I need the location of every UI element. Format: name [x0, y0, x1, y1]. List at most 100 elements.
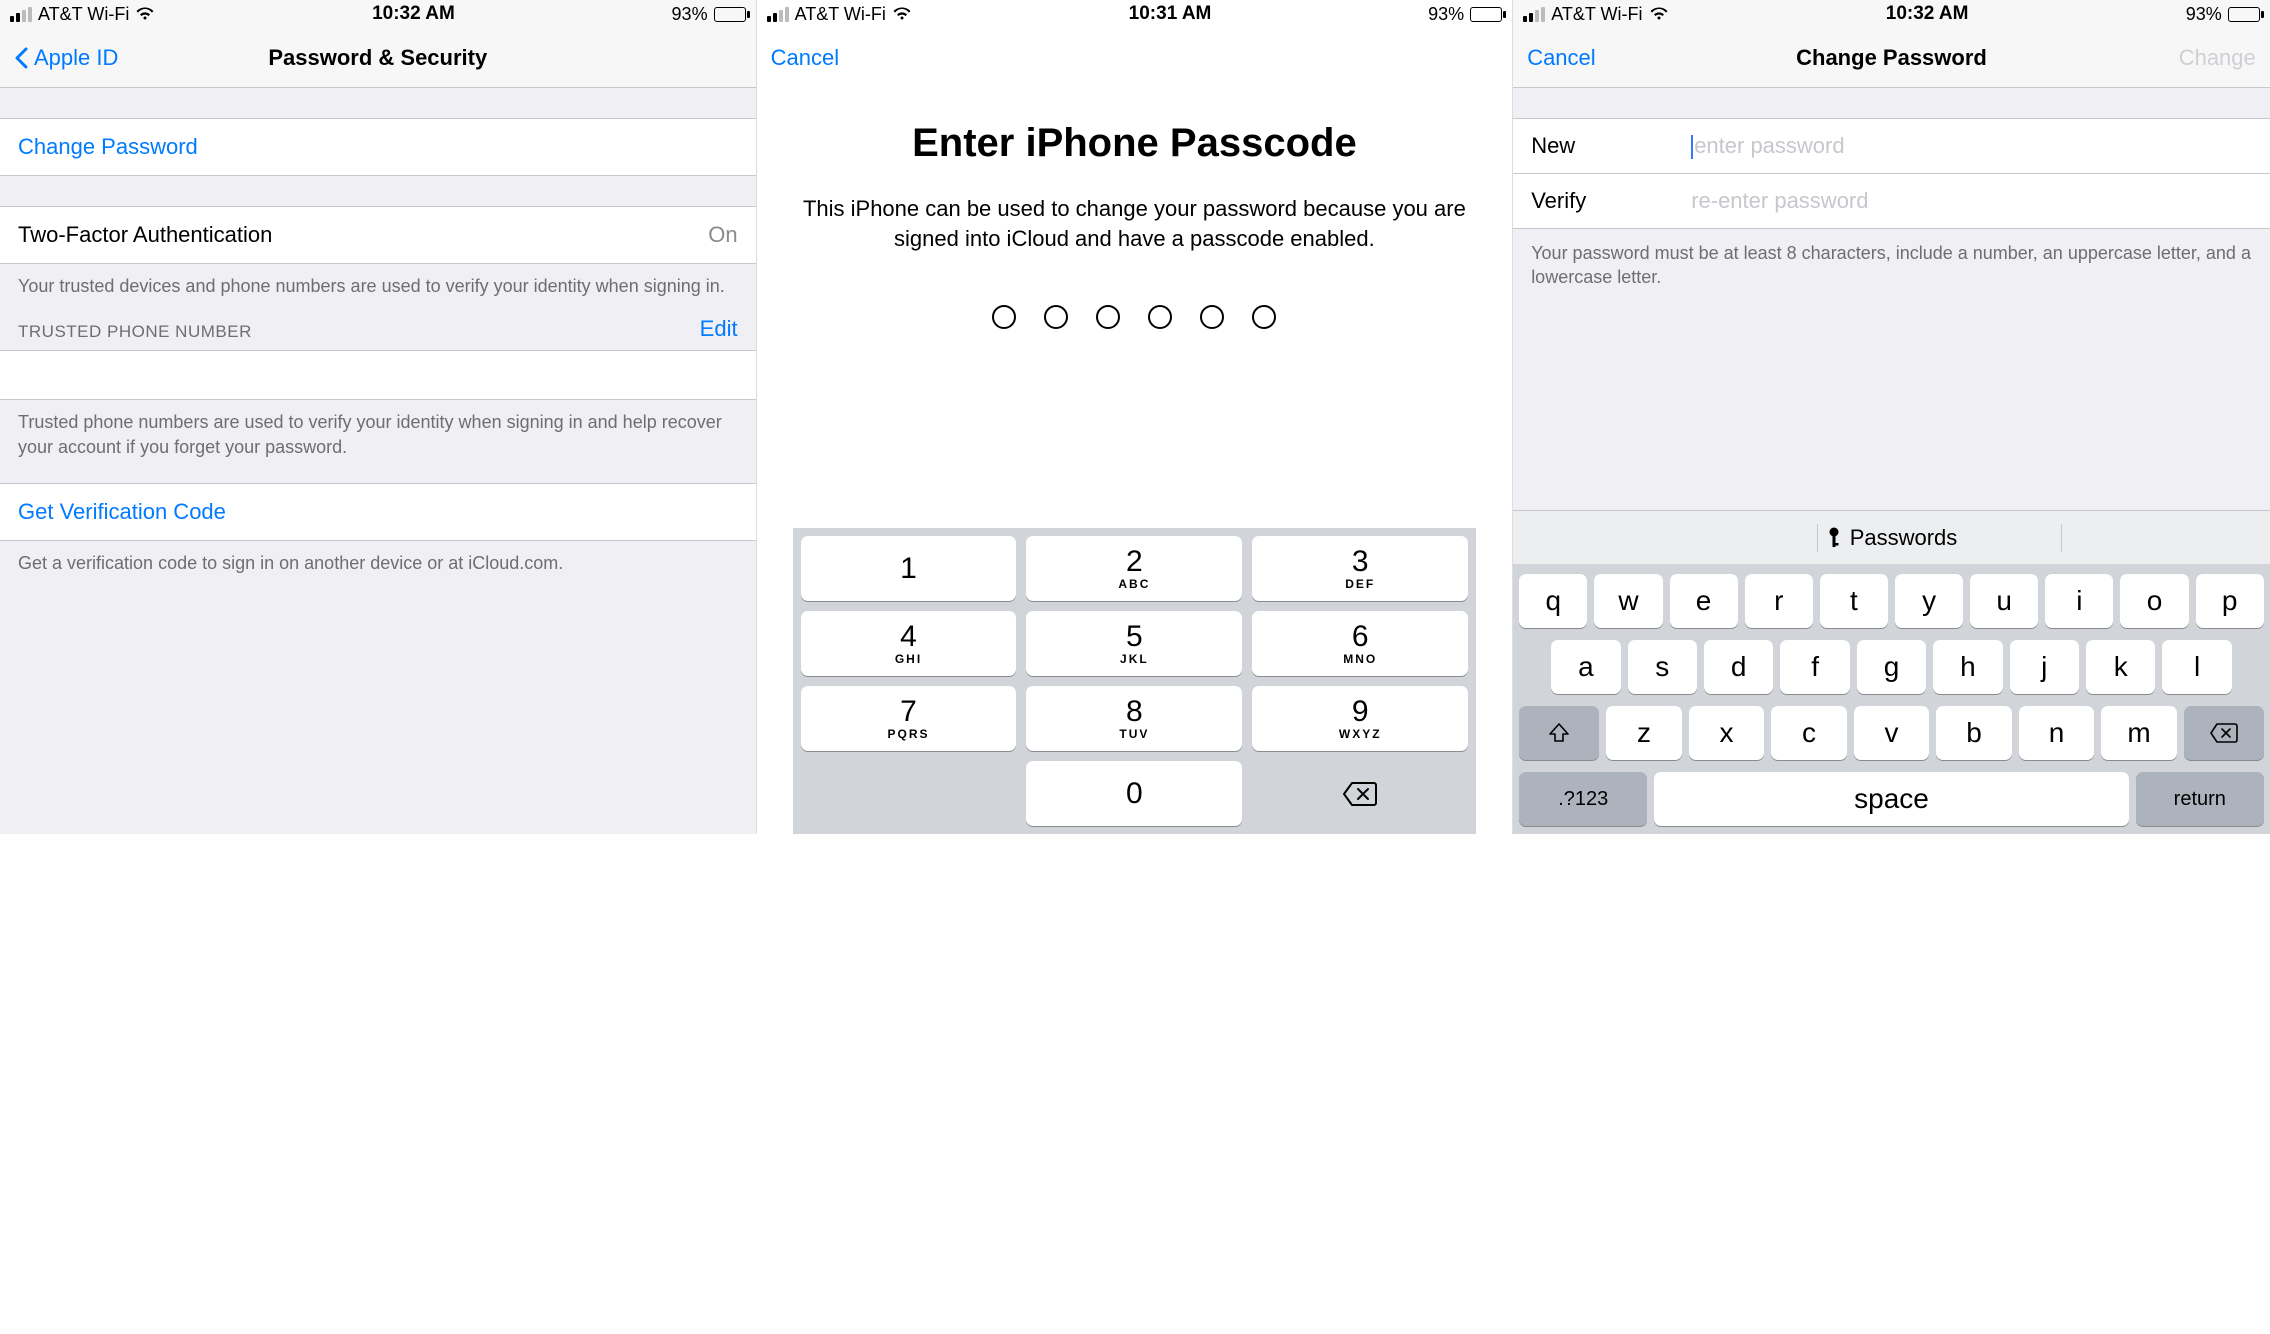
letter-key-h[interactable]: h — [1933, 640, 2002, 694]
battery-icon — [1470, 7, 1502, 22]
letter-key-m[interactable]: m — [2101, 706, 2177, 760]
status-bar: AT&T Wi-Fi 10:32 AM 93% — [0, 0, 756, 28]
verify-password-row[interactable]: Verify re-enter password — [1513, 174, 2270, 229]
get-verification-code-footer: Get a verification code to sign in on an… — [0, 541, 756, 575]
clock: 10:31 AM — [1129, 3, 1212, 25]
cancel-button[interactable]: Cancel — [1527, 45, 1595, 71]
wifi-icon — [892, 7, 912, 21]
battery-percent: 93% — [1428, 4, 1464, 25]
letter-key-e[interactable]: e — [1670, 574, 1738, 628]
passcode-dot — [992, 305, 1016, 329]
get-verification-code-row[interactable]: Get Verification Code — [0, 483, 756, 541]
signal-bars-icon — [767, 7, 789, 22]
back-label: Apple ID — [34, 45, 118, 71]
key-icon — [1826, 527, 1842, 549]
new-password-placeholder: enter password — [1694, 133, 1844, 158]
backspace-key[interactable] — [1252, 761, 1468, 826]
password-requirements: Your password must be at least 8 charact… — [1513, 229, 2270, 302]
letter-key-o[interactable]: o — [2120, 574, 2188, 628]
space-key[interactable]: space — [1654, 772, 2129, 826]
numkey-1[interactable]: 1 — [801, 536, 1017, 601]
letter-key-s[interactable]: s — [1628, 640, 1697, 694]
carrier-label: AT&T Wi-Fi — [795, 4, 886, 25]
clock: 10:32 AM — [372, 3, 455, 25]
letter-key-r[interactable]: r — [1745, 574, 1813, 628]
passwords-label: Passwords — [1850, 525, 1958, 551]
battery-icon — [714, 7, 746, 22]
trusted-number-header: TRUSTED PHONE NUMBER — [18, 322, 252, 342]
numkey-6[interactable]: 6MNO — [1252, 611, 1468, 676]
back-button[interactable]: Apple ID — [14, 45, 118, 71]
screenshot-password-security: AT&T Wi-Fi 10:32 AM 93% Apple ID Passwo — [0, 0, 757, 834]
passcode-dot — [1148, 305, 1172, 329]
letter-key-b[interactable]: b — [1936, 706, 2012, 760]
passcode-dots — [793, 305, 1477, 329]
numkey-5[interactable]: 5JKL — [1026, 611, 1242, 676]
qwerty-keyboard: qwertyuiop asdfghjkl zxcvbnm — [1513, 564, 2270, 834]
signal-bars-icon — [1523, 7, 1545, 22]
nav-bar: Cancel Change Password Change — [1513, 28, 2270, 88]
change-button[interactable]: Change — [2179, 45, 2256, 71]
numkey-9[interactable]: 9WXYZ — [1252, 686, 1468, 751]
letter-key-a[interactable]: a — [1551, 640, 1620, 694]
get-verification-code-label: Get Verification Code — [18, 499, 226, 525]
letter-key-p[interactable]: p — [2196, 574, 2264, 628]
return-key[interactable]: return — [2136, 772, 2264, 826]
letter-key-x[interactable]: x — [1689, 706, 1765, 760]
letter-key-i[interactable]: i — [2045, 574, 2113, 628]
letter-key-u[interactable]: u — [1970, 574, 2038, 628]
change-password-label: Change Password — [18, 134, 198, 160]
passcode-message: This iPhone can be used to change your p… — [793, 194, 1477, 253]
screenshot-change-password: AT&T Wi-Fi 10:32 AM 93% Cancel Change Pa… — [1513, 0, 2270, 834]
letter-key-w[interactable]: w — [1594, 574, 1662, 628]
backspace-icon — [1342, 781, 1378, 807]
numbers-key[interactable]: .?123 — [1519, 772, 1647, 826]
passcode-dot — [1252, 305, 1276, 329]
numkey-4[interactable]: 4GHI — [801, 611, 1017, 676]
two-factor-row[interactable]: Two-Factor Authentication On — [0, 206, 756, 264]
numeric-keypad: 1 2ABC 3DEF 4GHI 5JKL 6MNO 7PQRS 8TUV 9W… — [793, 528, 1477, 834]
letter-key-v[interactable]: v — [1854, 706, 1930, 760]
letter-key-d[interactable]: d — [1704, 640, 1773, 694]
screenshot-enter-passcode: AT&T Wi-Fi 10:31 AM 93% Cancel Enter iPh… — [757, 0, 1514, 834]
battery-percent: 93% — [672, 4, 708, 25]
cancel-button[interactable]: Cancel — [771, 45, 839, 71]
wifi-icon — [135, 7, 155, 21]
carrier-label: AT&T Wi-Fi — [1551, 4, 1642, 25]
letter-key-j[interactable]: j — [2010, 640, 2079, 694]
letter-key-f[interactable]: f — [1780, 640, 1849, 694]
numkey-8[interactable]: 8TUV — [1026, 686, 1242, 751]
passcode-dot — [1096, 305, 1120, 329]
change-password-row[interactable]: Change Password — [0, 118, 756, 176]
letter-key-k[interactable]: k — [2086, 640, 2155, 694]
letter-key-g[interactable]: g — [1857, 640, 1926, 694]
numkey-2[interactable]: 2ABC — [1026, 536, 1242, 601]
trusted-number-footer: Trusted phone numbers are used to verify… — [0, 400, 756, 459]
two-factor-label: Two-Factor Authentication — [18, 222, 272, 248]
numkey-3[interactable]: 3DEF — [1252, 536, 1468, 601]
letter-key-z[interactable]: z — [1606, 706, 1682, 760]
battery-percent: 93% — [2186, 4, 2222, 25]
new-password-row[interactable]: New enter password — [1513, 118, 2270, 174]
chevron-left-icon — [14, 47, 28, 69]
two-factor-value: On — [708, 222, 737, 248]
trusted-number-row[interactable] — [0, 350, 756, 400]
clock: 10:32 AM — [1886, 3, 1969, 25]
backspace-key[interactable] — [2184, 706, 2264, 760]
shift-key[interactable] — [1519, 706, 1599, 760]
numkey-7[interactable]: 7PQRS — [801, 686, 1017, 751]
edit-button[interactable]: Edit — [700, 316, 738, 342]
letter-key-n[interactable]: n — [2019, 706, 2095, 760]
letter-key-l[interactable]: l — [2162, 640, 2231, 694]
page-title: Change Password — [1513, 45, 2270, 71]
numkey-0[interactable]: 0 — [1026, 761, 1242, 826]
backspace-icon — [2209, 722, 2239, 744]
letter-key-t[interactable]: t — [1820, 574, 1888, 628]
passcode-dot — [1044, 305, 1068, 329]
letter-key-c[interactable]: c — [1771, 706, 1847, 760]
keyboard-suggestion-bar[interactable]: Passwords — [1513, 510, 2270, 564]
letter-key-q[interactable]: q — [1519, 574, 1587, 628]
carrier-label: AT&T Wi-Fi — [38, 4, 129, 25]
verify-password-label: Verify — [1531, 188, 1691, 214]
letter-key-y[interactable]: y — [1895, 574, 1963, 628]
